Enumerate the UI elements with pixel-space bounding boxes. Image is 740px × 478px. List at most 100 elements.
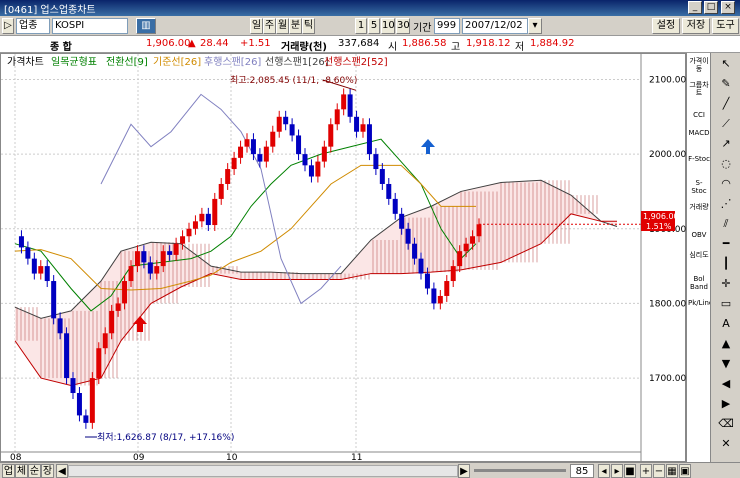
settings-button[interactable]: 설정 bbox=[652, 18, 680, 34]
volume-label: 거래량(천) bbox=[281, 42, 327, 53]
candle-body bbox=[328, 124, 334, 147]
period-week-button[interactable]: 주 bbox=[263, 18, 276, 34]
date-input[interactable]: 2007/12/02 bbox=[462, 18, 528, 34]
drawing-toolstrip: ↖ ✎ ╱ ⟋ ↗ ◌ ◠ ⋰ ⫽ ━ ┃ ✛ ▭ A ▲ ▼ ◀ ▶ ⌫ ✕ bbox=[710, 53, 740, 462]
candle-body bbox=[392, 198, 398, 214]
candle-body bbox=[25, 247, 31, 259]
interval-1-button[interactable]: 1 bbox=[355, 18, 367, 34]
low-value: 1,884.92 bbox=[530, 38, 575, 49]
cycle-icon[interactable]: ◌ bbox=[717, 157, 735, 171]
cursor-icon[interactable]: ↖ bbox=[717, 57, 735, 71]
candle-body bbox=[437, 295, 443, 304]
indicator-item-cci[interactable]: CCI bbox=[688, 111, 710, 119]
horizontal-scrollbar[interactable] bbox=[68, 465, 458, 477]
text-icon[interactable]: A bbox=[717, 317, 735, 331]
calendar-icon[interactable]: ▾ bbox=[528, 18, 542, 34]
arrow-right-icon[interactable]: ▶ bbox=[717, 397, 735, 411]
indicator-item-obv[interactable]: OBV bbox=[688, 231, 710, 239]
interval-30-button[interactable]: 30 bbox=[396, 18, 410, 34]
line-icon[interactable]: ╱ bbox=[717, 97, 735, 111]
minimize-button[interactable]: _ bbox=[688, 1, 702, 14]
cross-icon[interactable]: ✛ bbox=[717, 277, 735, 291]
period-minute-button[interactable]: 분 bbox=[289, 18, 302, 34]
interval-5-button[interactable]: 5 bbox=[368, 18, 380, 34]
rectangle-icon[interactable]: ▭ bbox=[717, 297, 735, 311]
indicator-item-bolband[interactable]: Bol Band bbox=[688, 275, 710, 291]
candle-body bbox=[373, 154, 379, 170]
bottom-tab-2[interactable]: 체 bbox=[15, 464, 28, 478]
candle-body bbox=[250, 139, 256, 155]
next-icon[interactable]: ▸ bbox=[611, 464, 623, 478]
indicator-item-pkline[interactable]: Pk/Line bbox=[688, 299, 713, 307]
indicator-item-sstoc[interactable]: S-Stoc bbox=[688, 179, 710, 195]
bottom-tab-3[interactable]: 순 bbox=[28, 464, 41, 478]
market-type-select[interactable]: 업종 bbox=[16, 18, 50, 34]
candle-body bbox=[83, 415, 89, 423]
chart-icon-button[interactable]: ▥ bbox=[136, 18, 156, 34]
candle-body bbox=[96, 348, 102, 379]
eraser-icon[interactable]: ⌫ bbox=[717, 417, 735, 431]
candle-body bbox=[289, 124, 295, 136]
zoom-count-input[interactable]: 85 bbox=[570, 464, 594, 478]
candle-body bbox=[244, 139, 250, 147]
indicator-item-price-ma[interactable]: 가격이동 bbox=[688, 57, 710, 73]
candle-body bbox=[225, 169, 231, 184]
vertical-line-icon[interactable]: ┃ bbox=[717, 257, 735, 271]
fan-icon[interactable]: ⋰ bbox=[717, 197, 735, 211]
zoom-out-icon[interactable]: − bbox=[653, 464, 665, 478]
scroll-left-button[interactable]: ◀ bbox=[56, 464, 68, 478]
period-tick-button[interactable]: 틱 bbox=[302, 18, 315, 34]
indicator-item-group[interactable]: 그룹차트 bbox=[688, 81, 710, 97]
period-count-input[interactable]: 999 bbox=[434, 18, 460, 34]
bottom-tab-1[interactable]: 업 bbox=[2, 464, 15, 478]
horizontal-line-icon[interactable]: ━ bbox=[717, 237, 735, 251]
bottom-tab-4[interactable]: 장 bbox=[41, 464, 54, 478]
pencil-icon[interactable]: ✎ bbox=[717, 77, 735, 91]
candle-body bbox=[334, 109, 340, 125]
candle-body bbox=[424, 273, 430, 289]
candle-body bbox=[347, 94, 353, 117]
index-code-select[interactable]: KOSPI bbox=[52, 18, 128, 34]
arrow-left-icon[interactable]: ◀ bbox=[717, 377, 735, 391]
arc-icon[interactable]: ◠ bbox=[717, 177, 735, 191]
candle-body bbox=[76, 393, 82, 416]
delete-icon[interactable]: ✕ bbox=[717, 437, 735, 451]
price-change-pct: +1.51 bbox=[240, 38, 271, 49]
arrow-down-icon[interactable]: ▼ bbox=[717, 357, 735, 371]
save-button[interactable]: 저장 bbox=[682, 18, 710, 34]
candle-body bbox=[44, 266, 50, 282]
panel-toggle-button[interactable]: ▷ bbox=[2, 18, 14, 34]
candle-body bbox=[302, 154, 308, 166]
candle-body bbox=[122, 281, 128, 304]
candle-body bbox=[70, 378, 76, 394]
open-value: 1,886.58 bbox=[402, 38, 447, 49]
zoom-slider[interactable] bbox=[474, 469, 566, 472]
period-day-button[interactable]: 일 bbox=[250, 18, 263, 34]
scroll-right-button[interactable]: ▶ bbox=[458, 464, 470, 478]
y-tick-label: 2100.00 bbox=[649, 75, 686, 85]
maximize-button[interactable]: □ bbox=[704, 1, 718, 14]
indicator-item-psych[interactable]: 심리도 bbox=[688, 251, 710, 259]
arrow-up-icon[interactable]: ▲ bbox=[717, 337, 735, 351]
indicator-item-macd[interactable]: MACD bbox=[688, 129, 710, 137]
stop-icon[interactable]: ■ bbox=[624, 464, 636, 478]
prev-icon[interactable]: ◂ bbox=[598, 464, 610, 478]
tools-button[interactable]: 도구 bbox=[712, 18, 739, 34]
zoom-in-icon[interactable]: + bbox=[640, 464, 652, 478]
channel-icon[interactable]: ⫽ bbox=[717, 217, 735, 231]
indicator-item-volume[interactable]: 거래량 bbox=[688, 203, 710, 211]
candle-body bbox=[296, 135, 302, 155]
trendline-icon[interactable]: ⟋ bbox=[717, 117, 735, 131]
close-button[interactable]: × bbox=[721, 1, 735, 14]
ray-icon[interactable]: ↗ bbox=[717, 137, 735, 151]
candle-body bbox=[379, 169, 385, 184]
toolbar: ▷ 업종 KOSPI ▥ 일 주 월 분 틱 1 5 10 30 기간 999 … bbox=[0, 16, 740, 36]
candle-body bbox=[218, 183, 224, 199]
grid-icon[interactable]: ▦ bbox=[666, 464, 678, 478]
bottom-bar: 업 체 순 장 ◀ ▶ 85 ◂ ▸ ■ + − ▦ ▣ bbox=[0, 462, 740, 478]
indicator-item-fstoc[interactable]: F-Stoc bbox=[688, 155, 710, 163]
price-chart[interactable]: 2100.002000.001900.001800.001700.00 0809… bbox=[0, 53, 686, 463]
period-month-button[interactable]: 월 bbox=[276, 18, 289, 34]
interval-10-button[interactable]: 10 bbox=[381, 18, 395, 34]
fit-icon[interactable]: ▣ bbox=[679, 464, 691, 478]
